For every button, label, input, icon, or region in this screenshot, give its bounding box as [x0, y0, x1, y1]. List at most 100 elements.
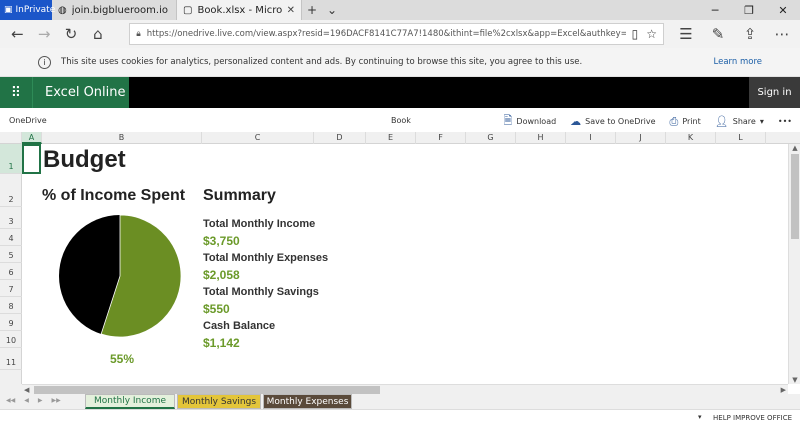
last-sheet-icon[interactable]: ▶▶ [51, 397, 60, 404]
row-header[interactable]: 5 [0, 246, 22, 263]
row-header[interactable]: 2 [0, 174, 22, 207]
first-sheet-icon[interactable]: ◀◀ [6, 397, 15, 404]
window-close-button[interactable]: ✕ [766, 0, 800, 20]
select-all-corner[interactable] [0, 132, 22, 144]
column-header[interactable]: K [666, 132, 716, 144]
home-button[interactable]: ⌂ [84, 22, 111, 46]
summary-value: $3,750 [203, 234, 240, 248]
app-name[interactable]: Excel Online [32, 77, 129, 108]
inprivate-icon: ▣ [4, 5, 13, 15]
favorites-hub-icon[interactable]: ☰ [672, 22, 700, 46]
learn-more-link[interactable]: Learn more [714, 57, 762, 67]
summary-title: Summary [203, 187, 276, 204]
row-header[interactable]: 4 [0, 229, 22, 246]
breadcrumb[interactable]: OneDrive [9, 116, 47, 125]
document-title: Book [391, 116, 411, 125]
file-toolbar: OneDrive Book 🗎︎ Download ☁ Save to OneD… [0, 108, 800, 132]
prev-sheet-icon[interactable]: ◀ [24, 397, 29, 404]
download-label: Download [516, 117, 557, 126]
share-label: Share [732, 117, 756, 126]
row-header[interactable]: 9 [0, 314, 22, 331]
minimize-button[interactable]: ─ [698, 0, 732, 20]
column-header[interactable]: F [416, 132, 466, 144]
person-icon: 👤︎ [714, 115, 729, 128]
tab-list-chevron-icon[interactable]: ⌄ [322, 0, 342, 20]
row-header[interactable]: 8 [0, 297, 22, 314]
sheet-tab-monthly-expenses[interactable]: Monthly Expenses [263, 394, 352, 409]
url-text: https://onedrive.live.com/view.aspx?resi… [146, 29, 626, 39]
info-icon: i [38, 55, 51, 69]
vertical-scroll-thumb[interactable] [791, 154, 799, 239]
save-to-onedrive-button[interactable]: ☁ Save to OneDrive [570, 115, 655, 128]
navigation-bar: ← → ↻ ⌂ 🔒︎ https://onedrive.live.com/vie… [0, 20, 800, 48]
column-header[interactable]: C [202, 132, 314, 144]
more-options-button[interactable]: ••• [778, 117, 792, 126]
worksheet-canvas[interactable]: Budget % of Income Spent Summary 55% Tot… [22, 144, 788, 384]
summary-label: Total Monthly Expenses [203, 252, 329, 264]
horizontal-scroll-thumb[interactable] [34, 386, 380, 394]
browser-tab-excel[interactable]: ▢ Book.xlsx - Microsoft Ex ✕ [177, 0, 302, 20]
sign-in-button[interactable]: Sign in [749, 77, 800, 108]
column-headers: A B C D E F G H I J K L [0, 132, 800, 144]
column-header[interactable]: J [616, 132, 666, 144]
summary-label: Total Monthly Income [203, 218, 316, 230]
print-label: Print [682, 117, 701, 126]
row-header[interactable]: 1 [0, 144, 22, 174]
browser-tab-bar: ▣ InPrivate ◍ join.bigblueroom.io ▢ Book… [0, 0, 800, 20]
favorite-star-icon[interactable]: ☆ [646, 27, 657, 41]
column-header[interactable]: I [566, 132, 616, 144]
restore-button[interactable]: ❐ [732, 0, 766, 20]
help-improve-office-link[interactable]: HELP IMPROVE OFFICE [713, 414, 792, 422]
summary-value: $2,058 [203, 268, 240, 282]
horizontal-scrollbar[interactable]: ◀ ▶ [22, 384, 788, 394]
lock-icon: 🔒︎ [136, 29, 141, 39]
caret-down-icon[interactable]: ▾ [698, 413, 702, 421]
share-button[interactable]: 👤︎ Share ▾ [715, 115, 764, 128]
sheet-tab-monthly-income[interactable]: Monthly Income [85, 394, 175, 409]
column-header[interactable]: A [22, 132, 42, 144]
column-header[interactable]: G [466, 132, 516, 144]
cookie-banner: i This site uses cookies for analytics, … [0, 48, 800, 77]
row-header[interactable]: 11 [0, 348, 22, 370]
selected-cell-a1[interactable] [22, 144, 41, 174]
column-header[interactable]: B [42, 132, 202, 144]
chevron-down-icon: ▾ [759, 117, 764, 126]
vertical-scrollbar[interactable]: ▲ ▼ [788, 144, 800, 384]
column-header[interactable]: E [366, 132, 416, 144]
back-button[interactable]: ← [4, 22, 31, 46]
column-header[interactable]: H [516, 132, 566, 144]
scroll-down-arrow-icon[interactable]: ▼ [789, 376, 800, 384]
row-header[interactable]: 10 [0, 331, 22, 348]
next-sheet-icon[interactable]: ▶ [38, 397, 43, 404]
share-icon[interactable]: ⇪ [736, 22, 764, 46]
sheet-tab-monthly-savings[interactable]: Monthly Savings [177, 394, 261, 409]
column-header[interactable]: D [314, 132, 366, 144]
download-button[interactable]: 🗎︎ Download [504, 112, 557, 131]
column-header[interactable]: L [716, 132, 766, 144]
inprivate-label: InPrivate [15, 5, 56, 15]
document-icon: ▢ [183, 4, 193, 16]
scroll-up-arrow-icon[interactable]: ▲ [789, 144, 800, 152]
address-bar[interactable]: 🔒︎ https://onedrive.live.com/view.aspx?r… [129, 23, 665, 45]
save-to-onedrive-label: Save to OneDrive [585, 117, 656, 126]
print-button[interactable]: ⎙ Print [670, 115, 701, 129]
row-header[interactable]: 6 [0, 263, 22, 280]
forward-button[interactable]: → [31, 22, 58, 46]
more-icon[interactable]: ⋯ [768, 22, 796, 46]
pen-icon[interactable]: ✎ [704, 22, 732, 46]
browser-tab-bigblueroom[interactable]: ◍ join.bigblueroom.io [52, 0, 177, 20]
printer-icon: ⎙ [669, 114, 679, 128]
scroll-corner [0, 384, 22, 394]
row-header[interactable]: 7 [0, 280, 22, 297]
new-tab-button[interactable]: + [302, 0, 322, 20]
row-header[interactable]: 3 [0, 207, 22, 229]
inprivate-badge: ▣ InPrivate [0, 0, 55, 20]
reading-view-icon[interactable]: ▯ [632, 27, 639, 41]
app-launcher-icon[interactable]: ⠿ [0, 77, 32, 108]
close-icon[interactable]: ✕ [287, 5, 295, 16]
income-spent-pie-chart [59, 214, 182, 338]
refresh-button[interactable]: ↻ [58, 22, 85, 46]
row-headers: 1 2 3 4 5 6 7 8 9 10 11 [0, 144, 22, 384]
cookie-message: This site uses cookies for analytics, pe… [61, 57, 583, 67]
globe-icon: ◍ [58, 4, 67, 16]
